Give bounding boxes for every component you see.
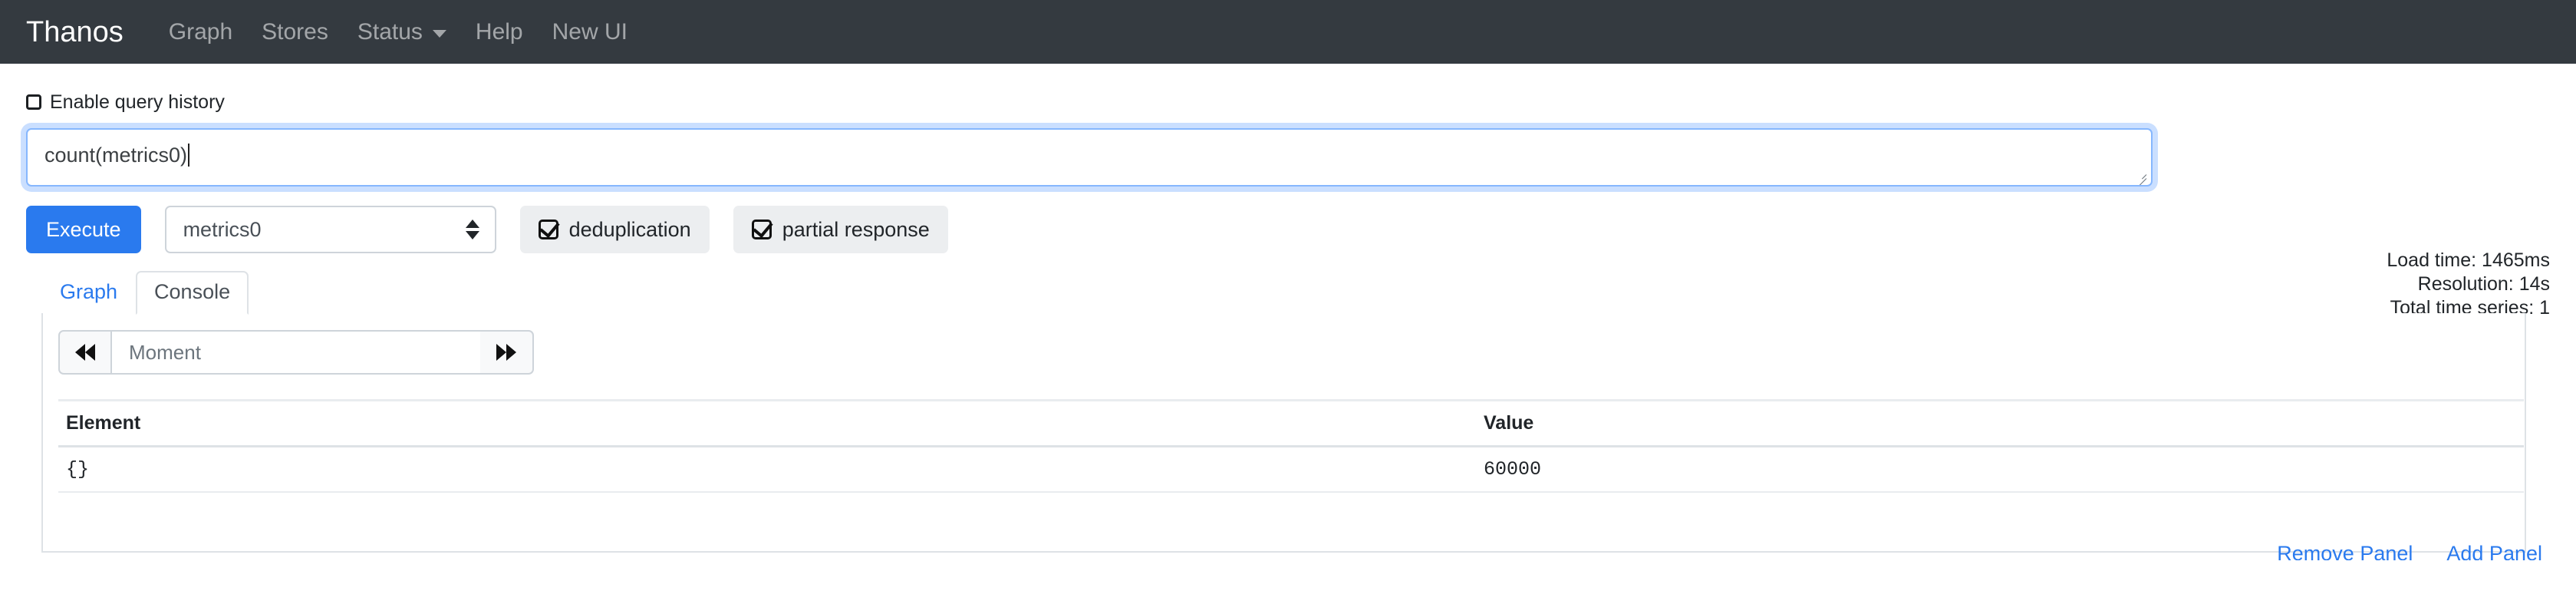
results-table: Element Value {} 60000 <box>58 399 2524 493</box>
query-expression-text: count(metrics0) <box>44 144 188 167</box>
nav-item-status[interactable]: Status <box>343 18 461 45</box>
enable-query-history-checkbox[interactable] <box>26 94 41 110</box>
nav-item-stores[interactable]: Stores <box>247 18 343 45</box>
enable-query-history-row: Enable query history <box>26 92 2550 112</box>
thanos-query-page: Thanos Graph Stores Status Help New UI E… <box>0 0 2576 591</box>
metric-select[interactable]: metrics0 <box>164 206 496 253</box>
chevron-down-icon <box>432 29 446 38</box>
resize-handle-icon[interactable] <box>2134 168 2148 185</box>
panel-actions: Remove Panel Add Panel <box>2277 543 2542 560</box>
view-tabs: Graph Console <box>26 271 2550 315</box>
query-input-wrapper: count(metrics0) <box>26 128 2550 187</box>
nav-item-graph-label: Graph <box>168 18 233 45</box>
nav-item-new-ui[interactable]: New UI <box>538 18 642 45</box>
cell-element: {} <box>58 446 1476 493</box>
nav-item-help[interactable]: Help <box>461 18 538 45</box>
nav-item-stores-label: Stores <box>262 18 328 45</box>
moment-input[interactable]: Moment <box>112 330 480 375</box>
navbar: Thanos Graph Stores Status Help New UI <box>0 0 2576 64</box>
add-panel-link[interactable]: Add Panel <box>2446 543 2542 560</box>
metric-select-value: metrics0 <box>183 217 262 241</box>
tab-graph[interactable]: Graph <box>41 271 136 315</box>
tab-console[interactable]: Console <box>136 271 249 315</box>
double-chevron-right-icon <box>496 344 516 361</box>
moment-placeholder: Moment <box>129 341 201 364</box>
results-table-head: Element Value <box>58 399 2524 447</box>
double-chevron-left-icon <box>75 344 95 361</box>
column-header-value: Value <box>1476 399 2524 447</box>
text-cursor-icon <box>188 144 190 167</box>
query-controls: Execute metrics0 deduplication partial r… <box>26 206 2550 253</box>
nav-item-help-label: Help <box>475 18 523 45</box>
remove-panel-link[interactable]: Remove Panel <box>2277 543 2413 560</box>
time-step-forward-button[interactable] <box>480 330 534 375</box>
table-header-row: Element Value <box>58 399 2524 447</box>
select-updown-icon <box>465 220 479 239</box>
nav-item-new-ui-label: New UI <box>552 18 628 45</box>
deduplication-toggle[interactable]: deduplication <box>519 206 710 253</box>
checkbox-checked-icon <box>751 220 772 239</box>
column-header-element: Element <box>58 399 1476 447</box>
table-row[interactable]: {} 60000 <box>58 446 2524 493</box>
time-step-backward-button[interactable] <box>58 330 112 375</box>
deduplication-label: deduplication <box>568 217 691 241</box>
nav-item-graph[interactable]: Graph <box>154 18 247 45</box>
console-panel: Moment Element Value {} 60000 <box>41 313 2526 553</box>
navbar-brand[interactable]: Thanos <box>26 18 124 47</box>
enable-query-history-label: Enable query history <box>50 91 225 113</box>
cell-value: 60000 <box>1476 446 2524 493</box>
results-table-body: {} 60000 <box>58 446 2524 493</box>
partial-response-toggle[interactable]: partial response <box>733 206 948 253</box>
stat-load-time: Load time: 1465ms <box>2387 249 2550 271</box>
execute-button[interactable]: Execute <box>26 206 141 253</box>
checkbox-checked-icon <box>538 220 558 239</box>
time-navigation-group: Moment <box>58 330 534 375</box>
partial-response-label: partial response <box>782 217 930 241</box>
query-expression-input[interactable]: count(metrics0) <box>26 128 2153 187</box>
nav-item-status-label: Status <box>357 18 423 45</box>
page-content: Enable query history count(metrics0) Loa… <box>0 92 2576 560</box>
